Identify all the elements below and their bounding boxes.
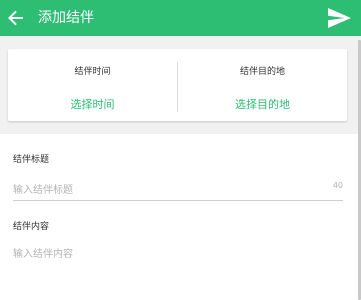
title-field: 40	[13, 178, 343, 201]
selector-card: 结伴时间 选择时间 结伴目的地 选择目的地	[8, 49, 347, 121]
content-input[interactable]	[13, 245, 343, 285]
add-companion-screen: 添加结伴 结伴时间 选择时间 结伴目的地 选择目的地 结伴标题 40 结伴内容	[0, 0, 361, 300]
toolbar: 添加结伴	[0, 0, 361, 36]
select-time-link[interactable]: 选择时间	[8, 96, 177, 112]
destination-selector[interactable]: 结伴目的地 选择目的地	[178, 49, 347, 121]
content-label: 结伴内容	[13, 222, 50, 232]
time-label: 结伴时间	[74, 67, 111, 77]
select-destination-link[interactable]: 选择目的地	[178, 96, 347, 112]
content-field	[13, 245, 343, 295]
time-selector[interactable]: 结伴时间 选择时间	[8, 49, 177, 121]
title-input[interactable]	[13, 181, 313, 200]
send-icon[interactable]	[327, 7, 351, 29]
title-label: 结伴标题	[13, 155, 50, 165]
char-limit-counter: 40	[332, 181, 343, 190]
selector-section: 结伴时间 选择时间 结伴目的地 选择目的地	[0, 36, 361, 134]
arrow-left-icon[interactable]	[7, 9, 25, 27]
page-title: 添加结伴	[38, 10, 94, 26]
destination-label: 结伴目的地	[239, 67, 285, 77]
